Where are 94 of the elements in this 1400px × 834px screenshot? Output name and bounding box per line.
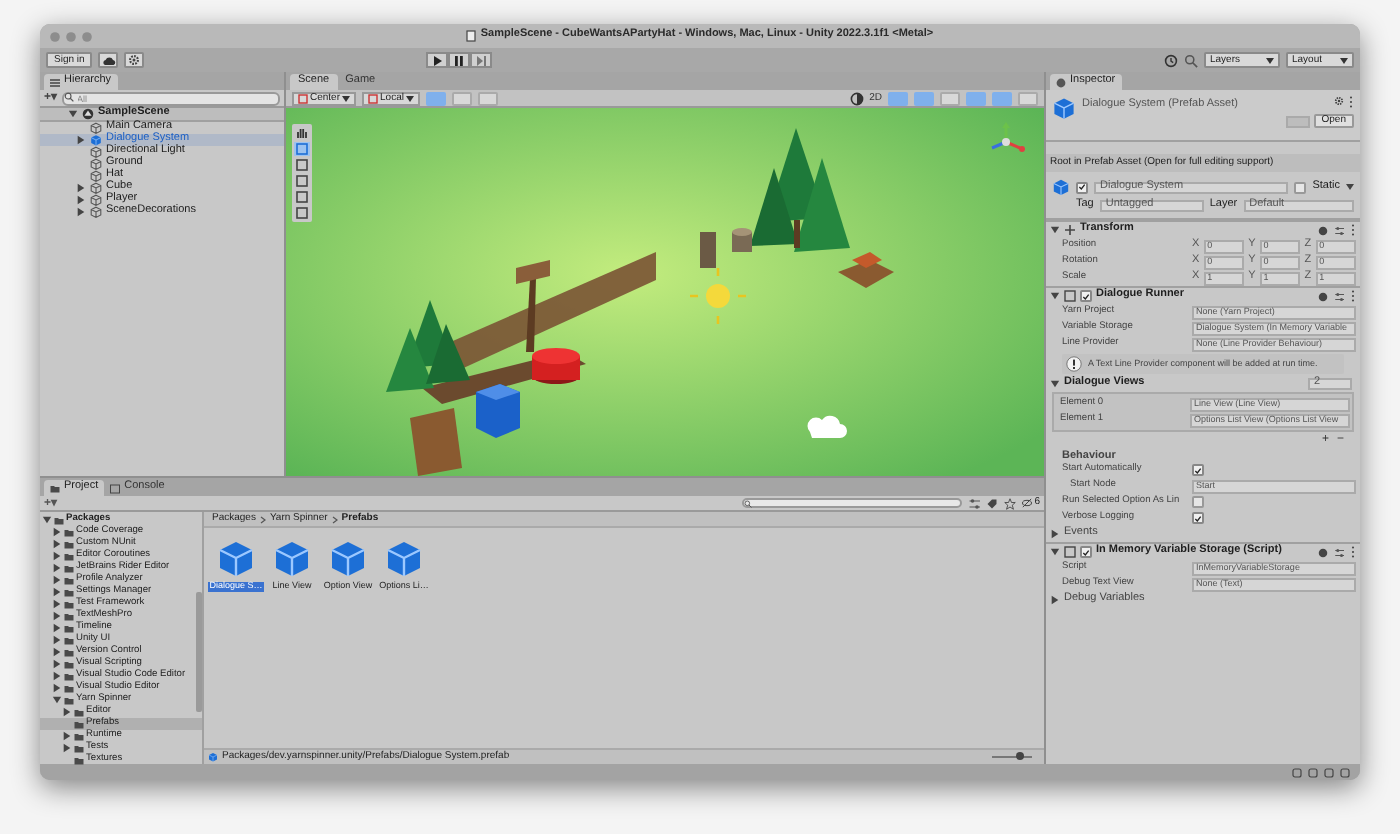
filter-icon[interactable] [968,497,981,509]
preset-icon[interactable] [1334,225,1344,235]
chevron-icon [331,515,338,523]
expand-arrow-icon[interactable] [76,182,86,194]
checkbox[interactable] [1076,181,1088,193]
caret-icon [342,95,351,101]
settings-icon[interactable] [1334,96,1344,106]
prefab-cube-icon [208,752,218,762]
search-icon [63,92,74,102]
prefab-cube-icon [1052,178,1070,196]
shading-icon[interactable] [849,91,864,105]
cube-icon [90,122,102,134]
settings-button[interactable] [124,52,145,68]
preset-icon[interactable] [1334,547,1344,557]
expand-arrow-icon[interactable] [52,682,62,694]
chevron-icon [259,515,266,523]
collapse-arrow-icon[interactable] [1050,546,1060,558]
help-icon[interactable] [1318,291,1328,301]
collapse-arrow-icon[interactable] [1050,224,1060,236]
script-icon [1064,546,1076,558]
collapse-arrow-icon[interactable] [1050,290,1060,302]
document-icon [466,30,477,42]
transform-icon [1064,224,1076,236]
search-icon [744,499,753,507]
step-icon [474,53,488,67]
grid-toggle-button[interactable] [425,91,446,105]
caret-icon [1266,57,1274,63]
expand-arrow-icon[interactable] [52,598,62,610]
play-icon [430,53,444,67]
settings-icon [128,54,141,66]
cloud-icon [101,55,116,65]
checkbox[interactable] [1080,546,1092,558]
info-icon [1066,356,1082,372]
expand-arrow-icon[interactable] [1050,594,1060,606]
expand-arrow-icon[interactable] [52,610,62,622]
eye-off-icon [1022,498,1033,508]
cloud-button[interactable] [98,52,119,68]
prefab-cube-icon [1052,96,1076,120]
slider-thumb[interactable] [1016,752,1024,760]
pause-icon [452,53,466,67]
prefab-cube-icon [90,134,102,146]
expand-arrow-icon[interactable] [76,194,86,206]
expand-arrow-icon[interactable] [52,622,62,634]
caret-icon [1340,57,1348,63]
search-field[interactable] [742,498,963,508]
info-icon [1056,77,1066,87]
script-icon [1064,290,1076,302]
search-icon[interactable] [1184,53,1198,67]
play-button[interactable] [426,52,448,68]
expand-arrow-icon[interactable] [52,658,62,670]
expand-arrow-icon[interactable] [52,574,62,586]
expand-arrow-icon[interactable] [76,206,86,218]
scrollbar[interactable] [196,592,202,712]
expand-arrow-icon[interactable] [52,538,62,550]
history-icon[interactable] [1164,53,1178,67]
expand-arrow-icon[interactable] [62,706,72,718]
collapse-arrow-icon[interactable] [52,694,62,706]
expand-arrow-icon[interactable] [1050,528,1060,540]
expand-arrow-icon[interactable] [62,742,72,754]
preset-icon[interactable] [1334,291,1344,301]
collapse-arrow-icon[interactable] [42,514,52,526]
hand-tool-icon[interactable] [294,126,310,140]
expand-arrow-icon[interactable] [76,134,86,146]
pivot-icon [298,93,308,103]
help-icon[interactable] [1318,547,1328,557]
collapse-arrow-icon[interactable] [1050,378,1060,390]
checkbox[interactable] [1192,512,1204,524]
expand-arrow-icon[interactable] [52,634,62,646]
checkbox[interactable] [1080,290,1092,302]
caret-icon[interactable] [1346,184,1354,190]
checkbox[interactable] [1192,464,1204,476]
prefab-cube-icon[interactable] [384,538,424,578]
pause-button[interactable] [448,52,470,68]
folder-icon [50,483,60,493]
caret-icon [405,95,414,101]
console-icon [110,483,121,493]
expand-arrow-icon[interactable] [62,730,72,742]
star-icon[interactable] [1004,497,1017,509]
expand-arrow-icon[interactable] [52,550,62,562]
checkbox[interactable] [1192,496,1204,508]
expand-arrow-icon[interactable] [52,646,62,658]
expand-arrow-icon[interactable] [52,562,62,574]
unity-logo-icon [82,108,94,120]
expand-arrow-icon[interactable] [52,526,62,538]
pivot-icon [368,93,379,103]
list-icon [50,77,60,87]
checkbox[interactable] [1294,181,1307,193]
prefab-cube-icon[interactable] [216,538,256,578]
expand-arrow-icon[interactable] [52,670,62,682]
prefab-cube-icon[interactable] [272,538,312,578]
collapse-arrow-icon[interactable] [68,108,78,120]
help-icon[interactable] [1318,225,1328,235]
prefab-cube-icon[interactable] [328,538,368,578]
expand-arrow-icon[interactable] [52,586,62,598]
